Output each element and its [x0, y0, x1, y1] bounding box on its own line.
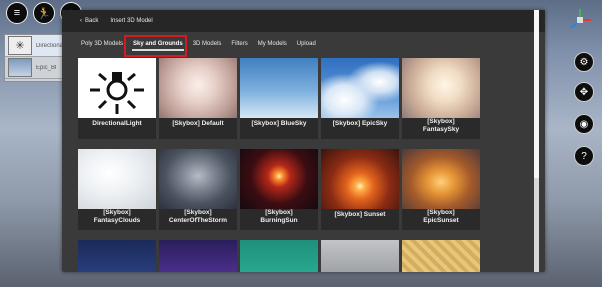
- model-card-partial[interactable]: [402, 240, 480, 272]
- dialog-header: ‹ Back Insert 3D Model: [62, 10, 545, 32]
- model-card-skybox-fantasyclouds[interactable]: [Skybox] FantasyClouds: [78, 149, 156, 230]
- model-card-skybox-epicsunset[interactable]: [Skybox] EpicSunset: [402, 149, 480, 230]
- skybox-thumbnail: [240, 240, 318, 272]
- tab-my-models[interactable]: My Models: [253, 38, 292, 50]
- tab-bar: Poly 3D Models Sky and Grounds 3D Models…: [76, 38, 321, 51]
- scene-object-label: Epic_Bl: [36, 64, 57, 71]
- move-icon[interactable]: ✥: [574, 82, 594, 102]
- model-card-label: [Skybox] CenterOfTheStorm: [159, 209, 237, 225]
- scene-object-list: ✳ Directional Epic_Bl: [4, 34, 66, 82]
- model-card-partial[interactable]: [321, 240, 399, 272]
- label-line-2: CenterOfTheStorm: [168, 217, 228, 224]
- model-card-label: [Skybox] EpicSky: [332, 120, 388, 127]
- snap-icon[interactable]: ⚙: [574, 52, 594, 72]
- sun-icon: ✳: [8, 36, 32, 55]
- hamburger-menu-icon[interactable]: ≡: [6, 2, 28, 24]
- insert-model-dialog: ‹ Back Insert 3D Model Poly 3D Models Sk…: [62, 10, 545, 272]
- label-line-2: FantasyClouds: [93, 217, 141, 224]
- model-card-label: [Skybox] BurningSun: [240, 209, 318, 225]
- tab-3d-models[interactable]: 3D Models: [188, 38, 227, 50]
- model-card-skybox-centerofthestorm[interactable]: [Skybox] CenterOfTheStorm: [159, 149, 237, 230]
- skybox-thumbnail: [402, 58, 480, 118]
- label-line-1: [Skybox]: [265, 209, 293, 216]
- model-card-partial[interactable]: [159, 240, 237, 272]
- label-line-1: [Skybox]: [103, 209, 131, 216]
- avatar-icon[interactable]: 🏃: [33, 2, 55, 24]
- sky-thumbnail: [8, 58, 32, 77]
- label-line-1: [Skybox]: [427, 118, 455, 125]
- skybox-thumbnail: [78, 240, 156, 272]
- label-line-1: [Skybox]: [184, 209, 212, 216]
- skybox-thumbnail: [240, 58, 318, 118]
- model-card-label: [Skybox] FantasySky: [402, 118, 480, 134]
- chevron-left-icon: ‹: [80, 18, 82, 24]
- model-card-skybox-bluesky[interactable]: [Skybox] BlueSky: [240, 58, 318, 139]
- skybox-thumbnail: [78, 149, 156, 209]
- tab-poly-3d-models[interactable]: Poly 3D Models: [76, 38, 128, 50]
- skybox-thumbnail: [402, 149, 480, 209]
- label-line-2: BurningSun: [260, 217, 298, 224]
- skybox-thumbnail: [321, 240, 399, 272]
- help-icon[interactable]: ?: [574, 146, 594, 166]
- model-card-label: [Skybox] EpicSunset: [402, 209, 480, 225]
- tab-sky-and-grounds[interactable]: Sky and Grounds: [128, 38, 188, 51]
- tab-filters[interactable]: Filters: [226, 38, 252, 50]
- model-card-skybox-sunset[interactable]: [Skybox] Sunset: [321, 149, 399, 230]
- model-card-skybox-burningsun[interactable]: [Skybox] BurningSun: [240, 149, 318, 230]
- model-card-skybox-default[interactable]: [Skybox] Default: [159, 58, 237, 139]
- model-card-label: [Skybox] Sunset: [334, 211, 386, 218]
- model-card-directional-light[interactable]: DirectionalLight: [78, 58, 156, 139]
- scrollbar-thumb[interactable]: [534, 10, 539, 178]
- skybox-thumbnail: [321, 149, 399, 209]
- skybox-thumbnail: [402, 240, 480, 272]
- model-card-skybox-fantasysky[interactable]: [Skybox] FantasySky: [402, 58, 480, 139]
- scene-object-row[interactable]: ✳ Directional: [5, 35, 65, 57]
- model-card-skybox-epicsky[interactable]: [Skybox] EpicSky: [321, 58, 399, 139]
- model-card-partial[interactable]: [240, 240, 318, 272]
- scene-object-row[interactable]: Epic_Bl: [5, 57, 65, 79]
- model-card-label: [Skybox] Default: [172, 120, 224, 127]
- model-card-label: [Skybox] BlueSky: [251, 120, 307, 127]
- label-line-1: [Skybox]: [427, 209, 455, 216]
- skybox-thumbnail: [159, 58, 237, 118]
- model-card-partial[interactable]: [78, 240, 156, 272]
- skybox-thumbnail: [321, 58, 399, 118]
- label-line-2: FantasySky: [422, 126, 460, 133]
- model-card-label: DirectionalLight: [92, 120, 142, 127]
- dialog-scrollbar[interactable]: [534, 10, 539, 272]
- back-button[interactable]: ‹ Back: [80, 18, 98, 24]
- skybox-thumbnail: [159, 240, 237, 272]
- back-label: Back: [85, 18, 99, 24]
- label-line-2: EpicSunset: [423, 217, 459, 224]
- lightbulb-icon: [78, 58, 156, 118]
- dialog-title: Insert 3D Model: [110, 18, 153, 24]
- skybox-thumbnail: [159, 149, 237, 209]
- scene-object-label: Directional: [36, 42, 65, 49]
- orientation-gizmo[interactable]: [566, 6, 594, 34]
- skybox-thumbnail: [240, 149, 318, 209]
- model-card-label: [Skybox] FantasyClouds: [78, 209, 156, 225]
- view-icon[interactable]: ◉: [574, 114, 594, 134]
- tab-upload[interactable]: Upload: [292, 38, 321, 50]
